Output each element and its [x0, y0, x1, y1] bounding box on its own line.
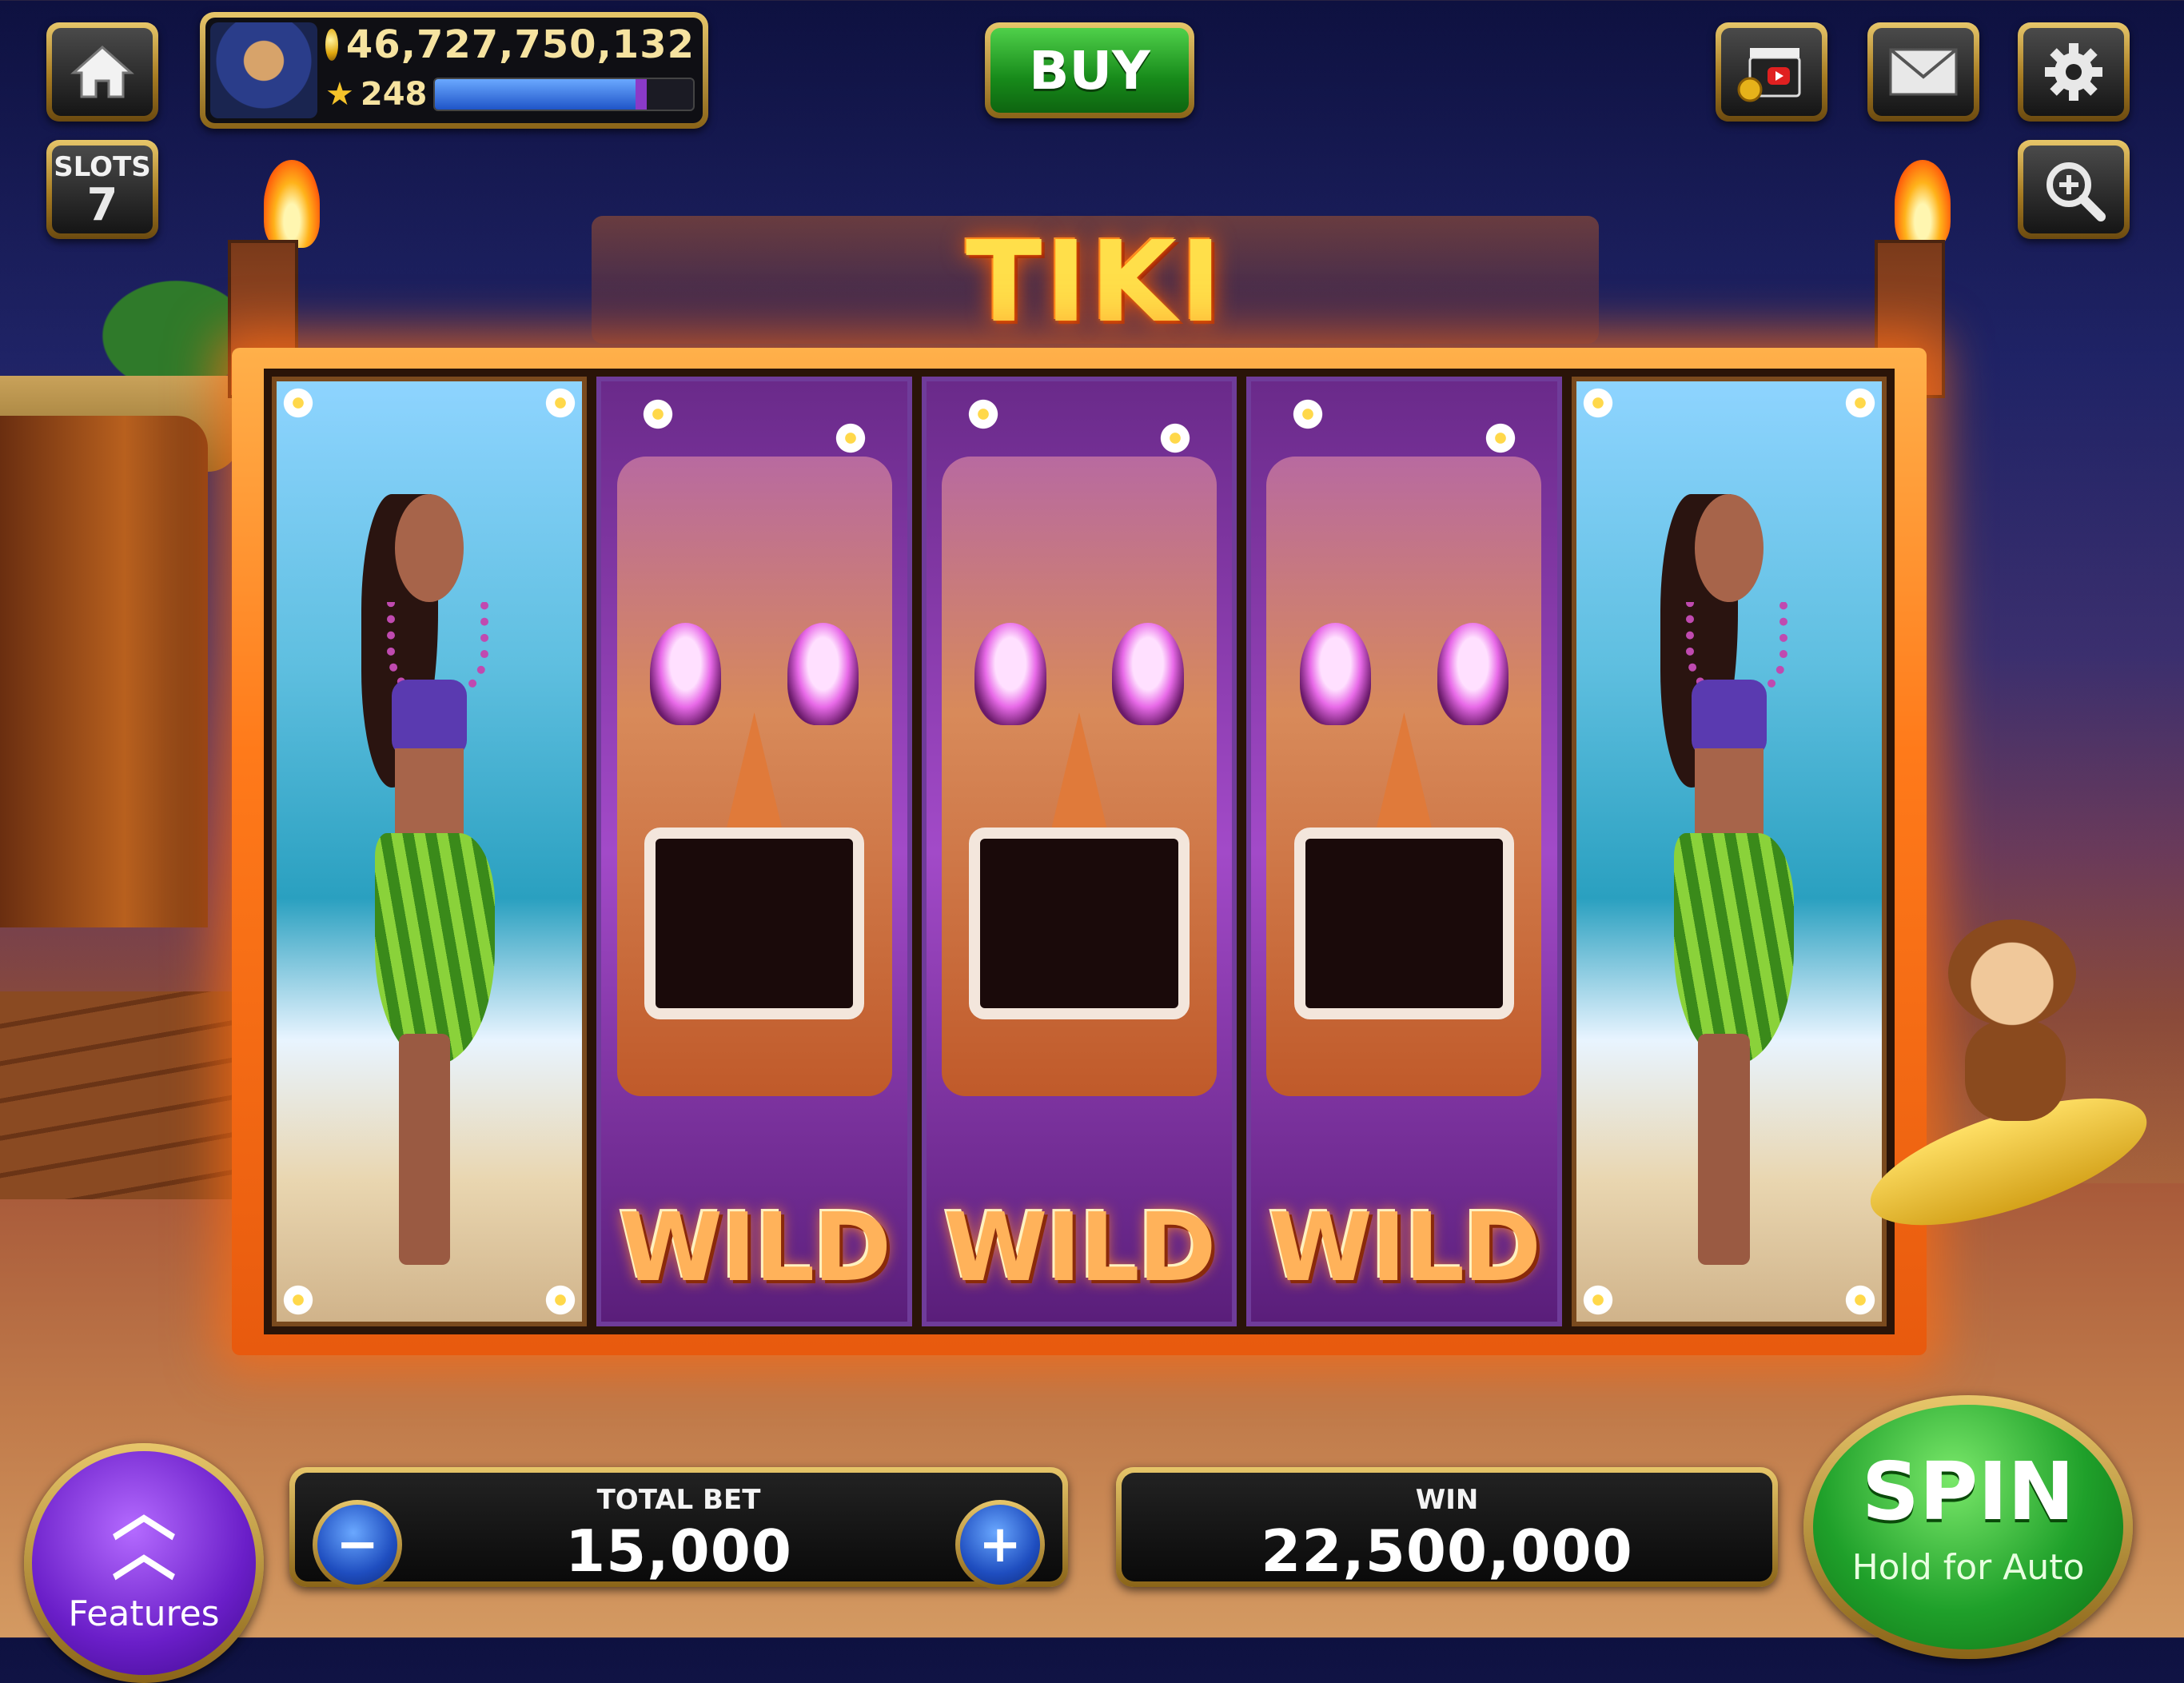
video-reward-button[interactable] — [1716, 22, 1827, 122]
monkey-mascot — [1831, 919, 2166, 1255]
video-reward-icon — [1737, 48, 1801, 102]
spin-label: SPIN — [1861, 1445, 2075, 1538]
reel-2: WILD — [596, 377, 912, 1326]
reel-frame: WILD WILD WILD — [232, 348, 1927, 1355]
xp-progress-end — [635, 79, 647, 110]
tiki-mask-wild-symbol — [941, 457, 1218, 1096]
coin-icon — [325, 29, 338, 61]
slots-label: SLOTS — [54, 151, 151, 183]
gear-icon — [2045, 43, 2102, 101]
reel-4: WILD — [1246, 377, 1562, 1326]
torch-flame-left — [264, 160, 320, 248]
reel-area: WILD WILD WILD — [264, 369, 1895, 1334]
wooden-deck — [0, 991, 264, 1199]
increase-bet-button[interactable]: + — [955, 1500, 1045, 1589]
chevron-up-icon: ︿ ︿ — [112, 1475, 176, 1589]
slots-lobby-button[interactable]: SLOTS 7 — [46, 140, 158, 239]
player-level: 248 — [360, 76, 428, 113]
home-button[interactable] — [46, 22, 158, 122]
tiki-mask-wild-symbol — [616, 457, 892, 1096]
buy-button[interactable]: BUY — [985, 22, 1194, 118]
plumeria-flower — [641, 397, 676, 431]
coin-balance: 46,727,750,132 — [345, 22, 695, 67]
plumeria-flower — [1580, 386, 1615, 420]
reel-1 — [272, 377, 588, 1326]
avatar[interactable] — [210, 22, 317, 118]
win-panel: WIN 22,500,000 — [1116, 1467, 1778, 1587]
plumeria-flower — [1483, 421, 1517, 455]
tiki-statue — [0, 416, 208, 927]
win-value: 22,500,000 — [1261, 1517, 1633, 1585]
zoom-button[interactable] — [2018, 140, 2130, 239]
features-button[interactable]: ︿ ︿ Features — [24, 1443, 264, 1683]
tiki-mask-wild-symbol — [1266, 457, 1542, 1096]
torch-flame-right — [1895, 160, 1951, 248]
mail-button[interactable] — [1867, 22, 1979, 122]
plumeria-flower — [966, 397, 1000, 431]
spin-sublabel: Hold for Auto — [1851, 1547, 2085, 1588]
features-label: Features — [68, 1593, 220, 1634]
plumeria-flower — [1158, 421, 1193, 455]
wild-label: WILD — [943, 1192, 1216, 1303]
plumeria-flower — [544, 1283, 578, 1317]
plumeria-flower — [1580, 1283, 1615, 1317]
xp-progress-fill — [435, 79, 647, 110]
buy-label: BUY — [990, 28, 1189, 113]
plumeria-flower — [281, 386, 315, 420]
hula-girl-symbol — [344, 494, 515, 1266]
wild-label: WILD — [1268, 1192, 1541, 1303]
settings-button[interactable] — [2018, 22, 2130, 122]
star-icon: ★ — [325, 76, 354, 113]
plumeria-flower — [1843, 386, 1878, 420]
wild-label: WILD — [619, 1192, 891, 1303]
plumeria-flower — [1843, 1283, 1878, 1317]
player-status-panel: 46,727,750,132 ★ 248 — [200, 12, 708, 129]
hula-girl-symbol — [1644, 494, 1815, 1266]
total-bet-panel: − TOTAL BET 15,000 + — [289, 1467, 1068, 1589]
home-icon — [70, 45, 134, 98]
win-label: WIN — [1415, 1484, 1479, 1516]
plumeria-flower — [281, 1283, 315, 1317]
mail-icon — [1889, 48, 1958, 96]
plumeria-flower — [544, 386, 578, 420]
plumeria-flower — [833, 421, 867, 455]
plumeria-flower — [1291, 397, 1325, 431]
reel-3: WILD — [921, 377, 1237, 1326]
xp-progress-bar — [433, 78, 695, 111]
plus-icon: + — [960, 1505, 1040, 1585]
slots-number: 7 — [86, 179, 118, 231]
total-bet-label: TOTAL BET — [596, 1484, 761, 1516]
spin-button[interactable]: SPIN Hold for Auto — [1803, 1395, 2133, 1659]
zoom-in-icon — [2047, 162, 2106, 221]
total-bet-value: 15,000 — [565, 1517, 792, 1585]
